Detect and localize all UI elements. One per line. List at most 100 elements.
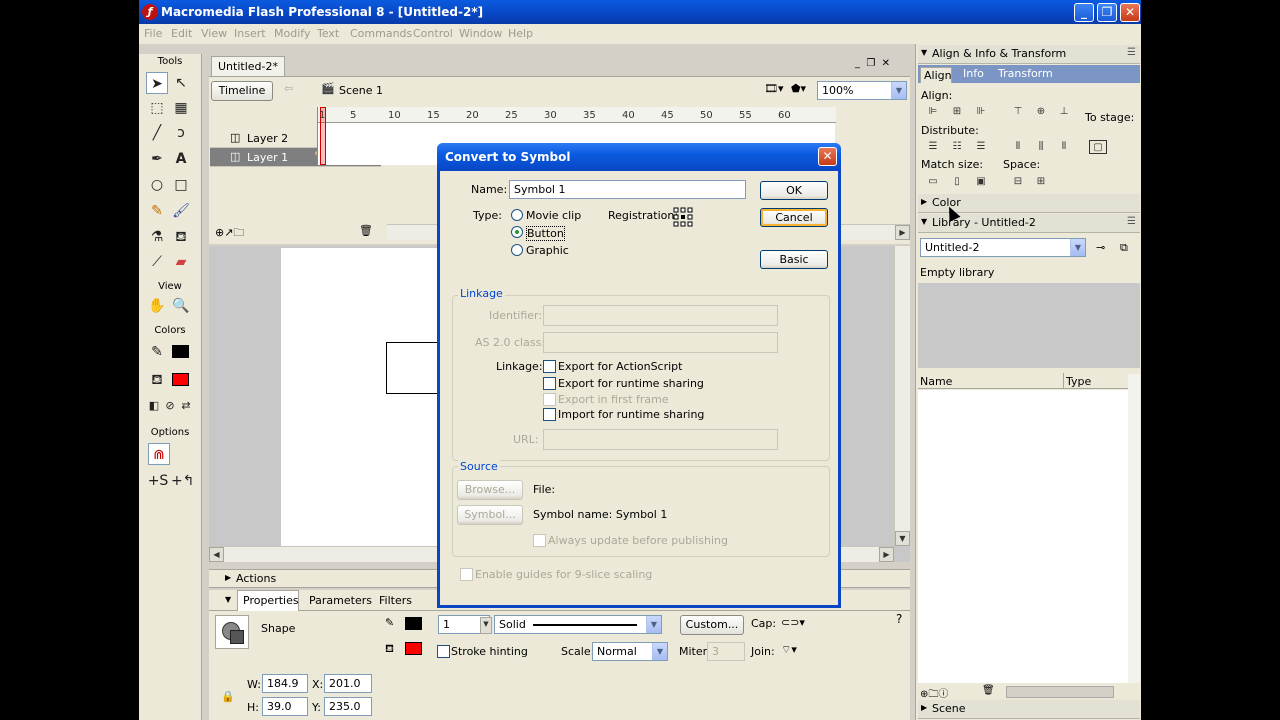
free-transform-tool-icon[interactable]: ⬚ bbox=[146, 97, 168, 119]
url-input[interactable] bbox=[543, 429, 778, 450]
swap-colors-icon[interactable]: ⇄ bbox=[175, 395, 197, 417]
tab-parameters[interactable]: Parameters bbox=[309, 594, 372, 607]
back-arrow-icon[interactable]: ⇦ bbox=[284, 82, 293, 95]
browse-button[interactable]: Browse... bbox=[457, 480, 523, 500]
gradient-transform-tool-icon[interactable]: ▦ bbox=[170, 97, 192, 119]
tab-align[interactable]: Align bbox=[920, 67, 952, 83]
tab-info[interactable]: Info bbox=[963, 67, 984, 80]
align-hcenter-icon[interactable]: ⊞ bbox=[948, 105, 966, 119]
align-bottom-icon[interactable]: ⊥ bbox=[1055, 105, 1073, 119]
match-width-icon[interactable]: ▭ bbox=[924, 175, 942, 189]
ink-bottle-tool-icon[interactable]: ⚗ bbox=[146, 226, 168, 248]
pin-library-icon[interactable]: ⊸ bbox=[1096, 241, 1105, 254]
col-type[interactable]: Type bbox=[1066, 375, 1091, 388]
align-right-icon[interactable]: ⊪ bbox=[972, 105, 990, 119]
identifier-input[interactable] bbox=[543, 305, 778, 326]
panel-options-icon[interactable]: ☰ bbox=[1127, 47, 1136, 58]
props-fill-swatch[interactable] bbox=[405, 642, 422, 655]
panel-options-icon[interactable]: ☰ bbox=[1127, 216, 1136, 227]
menu-window[interactable]: Window bbox=[459, 27, 502, 40]
menu-text[interactable]: Text bbox=[317, 27, 339, 40]
align-panel-header[interactable]: ▼ Align & Info & Transform ☰ bbox=[918, 45, 1140, 64]
stroke-style-select[interactable]: Solid ▼ bbox=[494, 615, 662, 634]
eyedropper-tool-icon[interactable]: ⟋ bbox=[146, 251, 168, 273]
custom-button[interactable]: Custom... bbox=[680, 615, 744, 635]
menu-control[interactable]: Control bbox=[413, 27, 453, 40]
smooth-icon[interactable]: +S bbox=[147, 470, 169, 492]
lock-proportions-icon[interactable]: 🔒 bbox=[221, 690, 235, 703]
library-list[interactable] bbox=[918, 390, 1128, 683]
scene-panel-header[interactable]: ▶ Scene bbox=[918, 700, 1140, 719]
distribute-top-icon[interactable]: ☰ bbox=[924, 140, 942, 154]
fill-color-swatch[interactable] bbox=[172, 373, 189, 386]
timeline-button[interactable]: Timeline bbox=[211, 81, 273, 101]
y-input[interactable]: 235.0 bbox=[324, 697, 372, 716]
document-tab[interactable]: Untitled-2* bbox=[211, 56, 285, 76]
radio-button[interactable] bbox=[511, 226, 523, 238]
arrow-tool-icon[interactable]: ➤ bbox=[146, 72, 168, 94]
cancel-button[interactable]: Cancel bbox=[760, 208, 828, 227]
symbol-name-input[interactable]: Symbol 1 bbox=[509, 180, 746, 199]
tab-properties[interactable]: Properties bbox=[237, 590, 299, 611]
scale-select[interactable]: Normal ▼ bbox=[592, 642, 668, 661]
chevron-down-icon[interactable]: ▼ bbox=[1070, 239, 1085, 256]
help-icon[interactable]: ? bbox=[896, 612, 902, 626]
col-name[interactable]: Name bbox=[920, 375, 952, 388]
align-vcenter-icon[interactable]: ⊕ bbox=[1032, 105, 1050, 119]
to-stage-toggle-icon[interactable]: ▢ bbox=[1089, 140, 1107, 154]
lasso-tool-icon[interactable]: ↄ bbox=[170, 122, 192, 144]
distribute-right-icon[interactable]: ⫴ bbox=[1055, 140, 1073, 154]
registration-grid-icon[interactable] bbox=[673, 207, 693, 227]
export-first-frame-checkbox[interactable] bbox=[543, 393, 556, 406]
zoom-tool-icon[interactable]: 🔍 bbox=[170, 295, 192, 317]
chevron-left-icon[interactable]: ◀ bbox=[209, 547, 224, 562]
distribute-left-icon[interactable]: ⫴ bbox=[1009, 140, 1027, 154]
library-select[interactable]: Untitled-2 ▼ bbox=[920, 238, 1086, 257]
chevron-down-icon[interactable]: ▼ bbox=[480, 617, 492, 634]
paint-bucket-tool-icon[interactable]: ⛾ bbox=[170, 226, 192, 248]
menu-edit[interactable]: Edit bbox=[171, 27, 192, 40]
radio-graphic[interactable] bbox=[511, 244, 523, 256]
radio-movie-clip[interactable] bbox=[511, 209, 523, 221]
cap-select-icon[interactable]: ⊂⊃▾ bbox=[781, 616, 805, 629]
height-input[interactable]: 39.0 bbox=[262, 697, 308, 716]
x-input[interactable]: 201.0 bbox=[324, 674, 372, 693]
distribute-vcenter-icon[interactable]: ☷ bbox=[948, 140, 966, 154]
match-both-icon[interactable]: ▣ bbox=[972, 175, 990, 189]
stroke-color-swatch[interactable] bbox=[172, 345, 189, 358]
new-library-icon[interactable]: ⧉ bbox=[1120, 241, 1128, 255]
align-top-icon[interactable]: ⊤ bbox=[1009, 105, 1027, 119]
chevron-right-icon[interactable]: ▶ bbox=[879, 547, 894, 562]
oval-tool-icon[interactable]: ○ bbox=[146, 174, 168, 196]
brush-tool-icon[interactable]: 🖌 bbox=[170, 200, 192, 222]
scene-label[interactable]: Scene 1 bbox=[339, 84, 383, 97]
import-runtime-checkbox[interactable] bbox=[543, 408, 556, 421]
export-actionscript-checkbox[interactable] bbox=[543, 360, 556, 373]
stage-vscroll[interactable]: ▼ bbox=[894, 246, 910, 546]
ok-button[interactable]: OK bbox=[760, 181, 828, 200]
pen-tool-icon[interactable]: ✒ bbox=[146, 148, 168, 170]
basic-button[interactable]: Basic bbox=[760, 250, 828, 269]
line-tool-icon[interactable]: ╱ bbox=[146, 122, 168, 144]
hand-tool-icon[interactable]: ✋ bbox=[146, 295, 168, 317]
library-delete-icon[interactable]: 🗑 bbox=[982, 685, 995, 696]
menu-file[interactable]: File bbox=[144, 27, 162, 40]
maximize-button[interactable]: ❐ bbox=[1097, 3, 1117, 22]
doc-window-controls[interactable]: _ ❐ ✕ bbox=[855, 58, 890, 69]
zoom-combo[interactable]: 100% ▼ bbox=[817, 81, 907, 100]
library-hscroll[interactable] bbox=[1006, 686, 1114, 698]
chevron-down-icon[interactable]: ▼ bbox=[891, 82, 906, 99]
library-vscroll[interactable] bbox=[1128, 374, 1140, 683]
match-height-icon[interactable]: ▯ bbox=[948, 175, 966, 189]
chevron-down-icon[interactable]: ▼ bbox=[895, 531, 910, 546]
distribute-bottom-icon[interactable]: ☰ bbox=[972, 140, 990, 154]
subselect-tool-icon[interactable]: ↖ bbox=[170, 72, 192, 94]
tab-filters[interactable]: Filters bbox=[379, 594, 412, 607]
as2-class-input[interactable] bbox=[543, 332, 778, 353]
always-update-checkbox[interactable] bbox=[533, 534, 546, 547]
edit-symbols-icon[interactable]: ⬟▾ bbox=[791, 82, 806, 95]
add-layer-icon[interactable]: ⊕↗🗀 bbox=[215, 224, 244, 243]
chevron-down-icon[interactable]: ▼ bbox=[652, 643, 667, 660]
menu-help[interactable]: Help bbox=[508, 27, 533, 40]
text-tool-icon[interactable]: A bbox=[170, 148, 192, 170]
